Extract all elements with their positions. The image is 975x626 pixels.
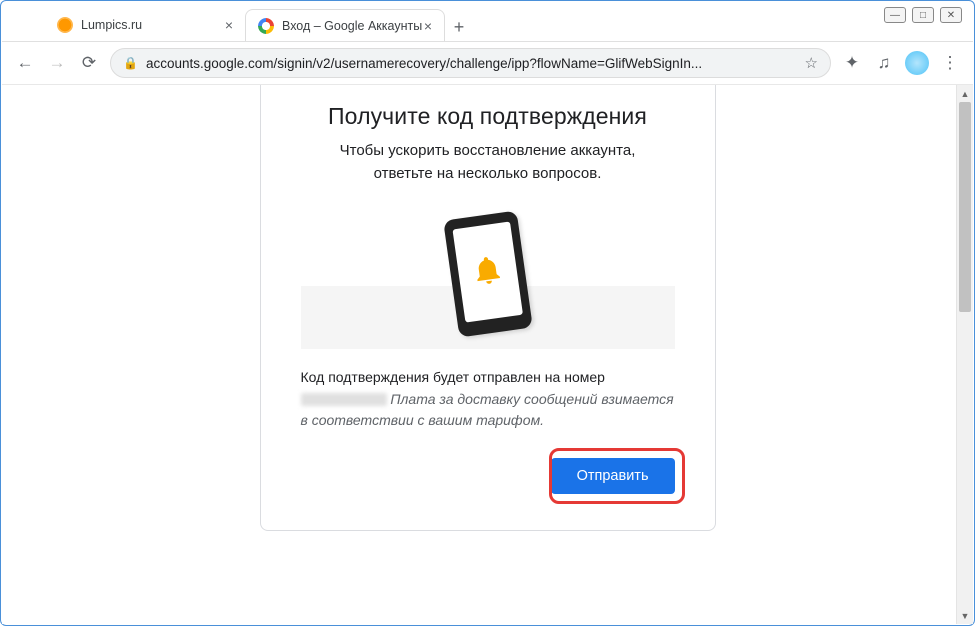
media-control-icon[interactable]: ♫ bbox=[873, 52, 895, 74]
card-title: Получите код подтверждения bbox=[301, 103, 675, 130]
reload-button[interactable]: ⟳ bbox=[78, 52, 100, 74]
url-text: accounts.google.com/signin/v2/usernamere… bbox=[146, 56, 797, 71]
back-button[interactable]: ← bbox=[14, 52, 36, 74]
window-minimize-button[interactable]: — bbox=[884, 7, 906, 23]
browser-toolbar: ← → ⟳ 🔒 accounts.google.com/signin/v2/us… bbox=[2, 41, 973, 85]
masked-phone-number bbox=[301, 393, 387, 406]
bell-icon bbox=[468, 251, 507, 291]
window-controls: — □ ✕ bbox=[884, 7, 962, 23]
tab-lumpics[interactable]: Lumpics.ru × bbox=[45, 9, 245, 41]
tab-title: Lumpics.ru bbox=[81, 18, 142, 32]
window-close-button[interactable]: ✕ bbox=[940, 7, 962, 23]
tab-close-icon[interactable]: × bbox=[424, 18, 432, 34]
scrollbar-thumb[interactable] bbox=[959, 102, 971, 312]
page-viewport: Получите код подтверждения Чтобы ускорит… bbox=[2, 85, 973, 624]
send-button[interactable]: Отправить bbox=[551, 458, 675, 494]
vertical-scrollbar[interactable]: ▲ ▼ bbox=[956, 85, 973, 624]
menu-button[interactable]: ⋮ bbox=[939, 52, 961, 74]
forward-button[interactable]: → bbox=[46, 52, 68, 74]
phone-illustration bbox=[301, 199, 675, 349]
extensions-icon[interactable]: ✦ bbox=[841, 52, 863, 74]
bookmark-star-icon[interactable]: ☆ bbox=[805, 54, 818, 72]
favicon-icon bbox=[57, 17, 73, 33]
card-subtitle: Чтобы ускорить восстановление аккаунта, … bbox=[301, 140, 675, 185]
tab-strip: Lumpics.ru × Вход – Google Аккаунты × + bbox=[45, 7, 834, 41]
window-maximize-button[interactable]: □ bbox=[912, 7, 934, 23]
new-tab-button[interactable]: + bbox=[445, 13, 473, 41]
address-bar[interactable]: 🔒 accounts.google.com/signin/v2/username… bbox=[110, 48, 831, 78]
lock-icon: 🔒 bbox=[123, 56, 138, 70]
verification-card: Получите код подтверждения Чтобы ускорит… bbox=[260, 85, 716, 531]
tab-google-accounts[interactable]: Вход – Google Аккаунты × bbox=[245, 9, 445, 41]
tab-title: Вход – Google Аккаунты bbox=[282, 19, 422, 33]
favicon-icon bbox=[258, 18, 274, 34]
scroll-down-icon[interactable]: ▼ bbox=[957, 607, 973, 624]
tab-close-icon[interactable]: × bbox=[225, 17, 233, 33]
scroll-up-icon[interactable]: ▲ bbox=[957, 85, 973, 102]
card-description: Код подтверждения будет отправлен на ном… bbox=[301, 367, 675, 432]
profile-avatar[interactable] bbox=[905, 51, 929, 75]
